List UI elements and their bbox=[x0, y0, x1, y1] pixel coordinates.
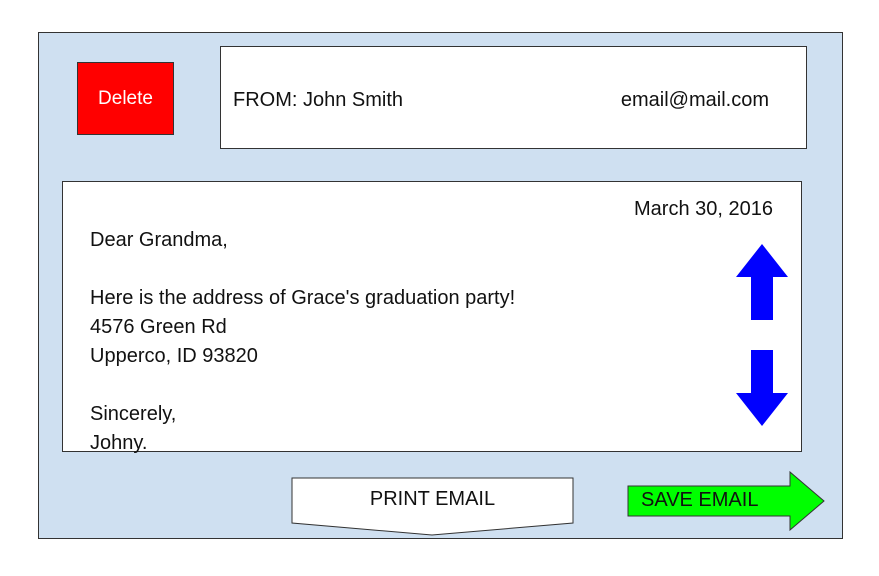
message-date: March 30, 2016 bbox=[634, 198, 773, 220]
sender-email: email@mail.com bbox=[620, 89, 769, 111]
letter-line: Here is the address of Grace's graduatio… bbox=[90, 287, 516, 309]
letter-line: 4576 Green Rd bbox=[90, 316, 227, 338]
sender-name: FROM: John Smith bbox=[233, 89, 404, 111]
print-email-label: PRINT EMAIL bbox=[369, 488, 496, 510]
delete-button[interactable]: Delete bbox=[77, 62, 174, 135]
letter-closing: Sincerely, bbox=[90, 403, 177, 425]
letter-text: Dear Grandma, Here is the address of Gra… bbox=[90, 226, 515, 458]
save-email-label: SAVE EMAIL bbox=[641, 489, 759, 511]
sender-panel: FROM: John Smith email@mail.com bbox=[220, 46, 807, 149]
arrow-down-icon[interactable] bbox=[736, 350, 788, 426]
letter-signature: Johny. bbox=[90, 432, 148, 454]
letter-line: Upperco, ID 93820 bbox=[90, 345, 258, 367]
arrow-up-icon[interactable] bbox=[736, 244, 788, 320]
message-body: March 30, 2016 Dear Grandma, Here is the… bbox=[62, 181, 802, 454]
letter-greeting: Dear Grandma, bbox=[90, 229, 228, 251]
